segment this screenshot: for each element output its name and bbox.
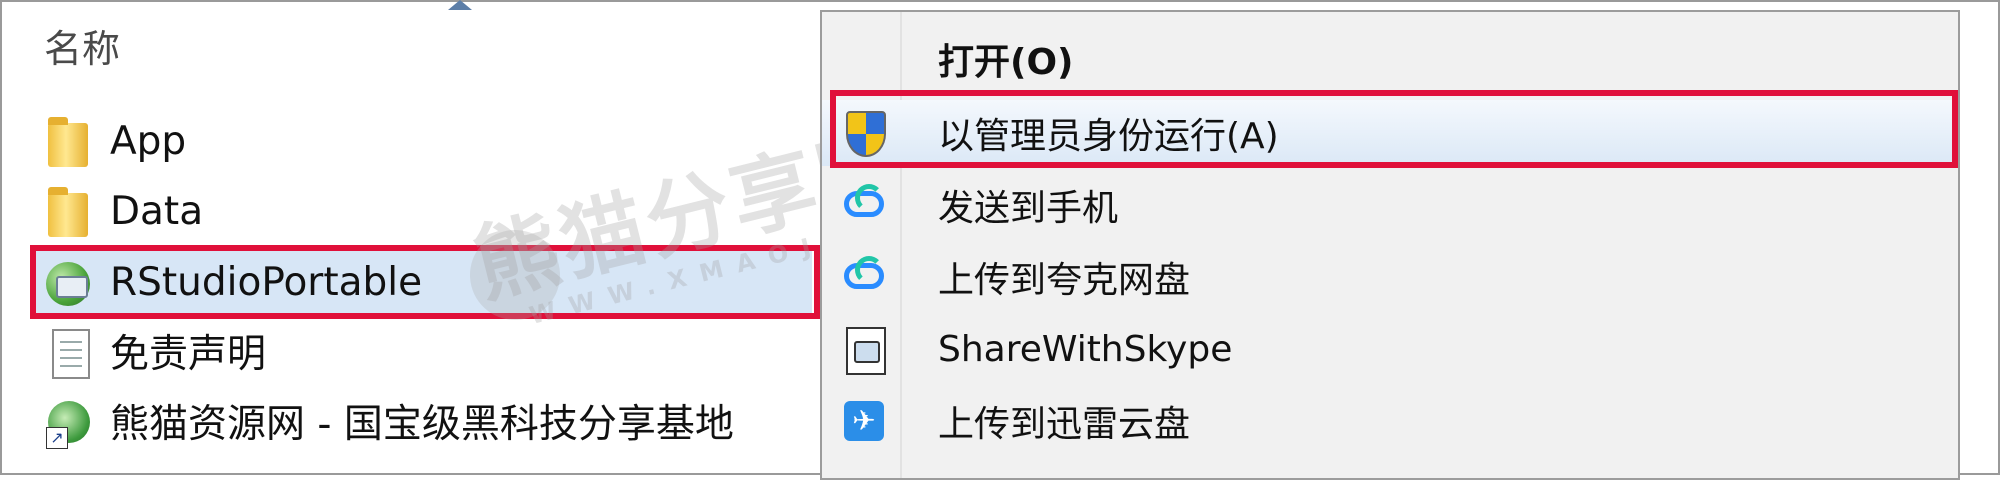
file-item-disclaimer[interactable]: 免责声明 xyxy=(44,320,804,382)
menu-item-label: 上传到迅雷云盘 xyxy=(938,404,1191,445)
sort-ascending-icon[interactable] xyxy=(448,0,472,10)
menu-item-label: ShareWithSkype xyxy=(938,328,1233,370)
highlight-box-run-as-admin xyxy=(830,90,1958,168)
column-header-name[interactable]: 名称 xyxy=(44,18,120,73)
file-name: 免责声明 xyxy=(110,332,267,377)
cloud-icon xyxy=(840,181,888,229)
menu-item-upload-thunder[interactable]: 上传到迅雷云盘 xyxy=(822,388,1958,454)
menu-item-label: 上传到夸克网盘 xyxy=(938,260,1191,301)
menu-item-send-to-phone[interactable]: 发送到手机 xyxy=(822,172,1958,238)
folder-icon xyxy=(44,185,92,237)
menu-item-open[interactable]: 打开(O) xyxy=(822,26,1958,92)
file-item-shortcut[interactable]: 熊猫资源网 - 国宝级黑科技分享基地 xyxy=(44,390,804,452)
context-menu: 打开(O) 以管理员身份运行(A) 发送到手机 上传到夸克网盘 ShareWit… xyxy=(820,10,1960,480)
menu-item-share-with-skype[interactable]: ShareWithSkype xyxy=(822,316,1958,382)
text-document-icon xyxy=(44,325,92,379)
menu-item-label: 打开(O) xyxy=(938,42,1074,83)
menu-item-label: 发送到手机 xyxy=(938,188,1119,229)
menu-item-upload-quark[interactable]: 上传到夸克网盘 xyxy=(822,244,1958,310)
folder-icon xyxy=(44,115,92,167)
cloud-icon xyxy=(840,253,888,301)
shortcut-icon xyxy=(44,395,92,449)
skype-share-icon xyxy=(840,325,888,375)
file-name: App xyxy=(110,118,187,164)
file-name: 熊猫资源网 - 国宝级黑科技分享基地 xyxy=(110,402,734,447)
file-name: Data xyxy=(110,188,204,234)
thunder-icon xyxy=(840,397,888,445)
